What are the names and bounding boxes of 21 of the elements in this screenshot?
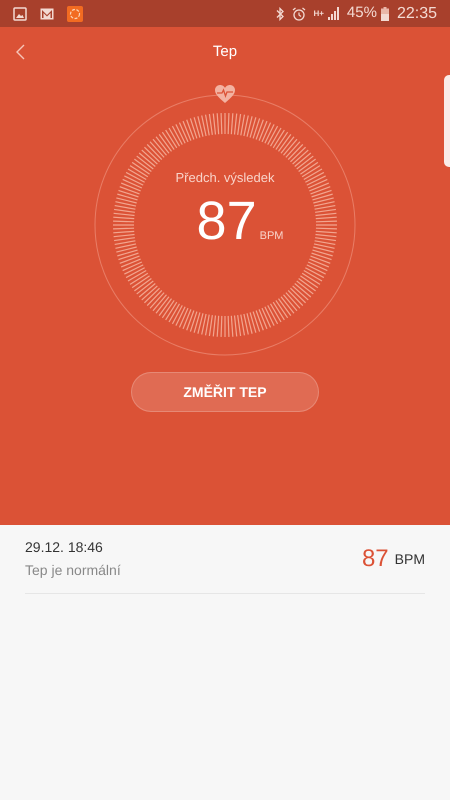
measurement-time: 29.12. 18:46 bbox=[25, 538, 104, 557]
battery-percent: 45% bbox=[346, 3, 377, 24]
alarm-icon bbox=[292, 6, 306, 20]
back-icon bbox=[16, 44, 24, 60]
measurement-unit: BPM bbox=[394, 550, 425, 568]
app-icon bbox=[67, 6, 83, 22]
heart-pulse-icon bbox=[214, 84, 236, 104]
signal-icon bbox=[328, 7, 340, 20]
heart-rate-value: 87 bbox=[196, 194, 257, 248]
network-type-text: H+ bbox=[313, 10, 324, 18]
measurement-status: Tep je normální bbox=[25, 561, 121, 580]
measurement-value: 87 bbox=[362, 544, 389, 574]
page-title: Tep bbox=[212, 42, 238, 62]
bluetooth-icon bbox=[275, 6, 286, 20]
clock: 22:35 bbox=[396, 4, 437, 24]
previous-result-label: Předch. výsledek bbox=[176, 169, 274, 187]
battery-icon bbox=[380, 6, 389, 20]
gallery-icon bbox=[13, 6, 27, 20]
measure-button[interactable]: ZMĚŘIT TEP bbox=[131, 372, 319, 412]
heart-rate-unit: BPM bbox=[260, 228, 284, 244]
mail-icon bbox=[40, 8, 54, 20]
